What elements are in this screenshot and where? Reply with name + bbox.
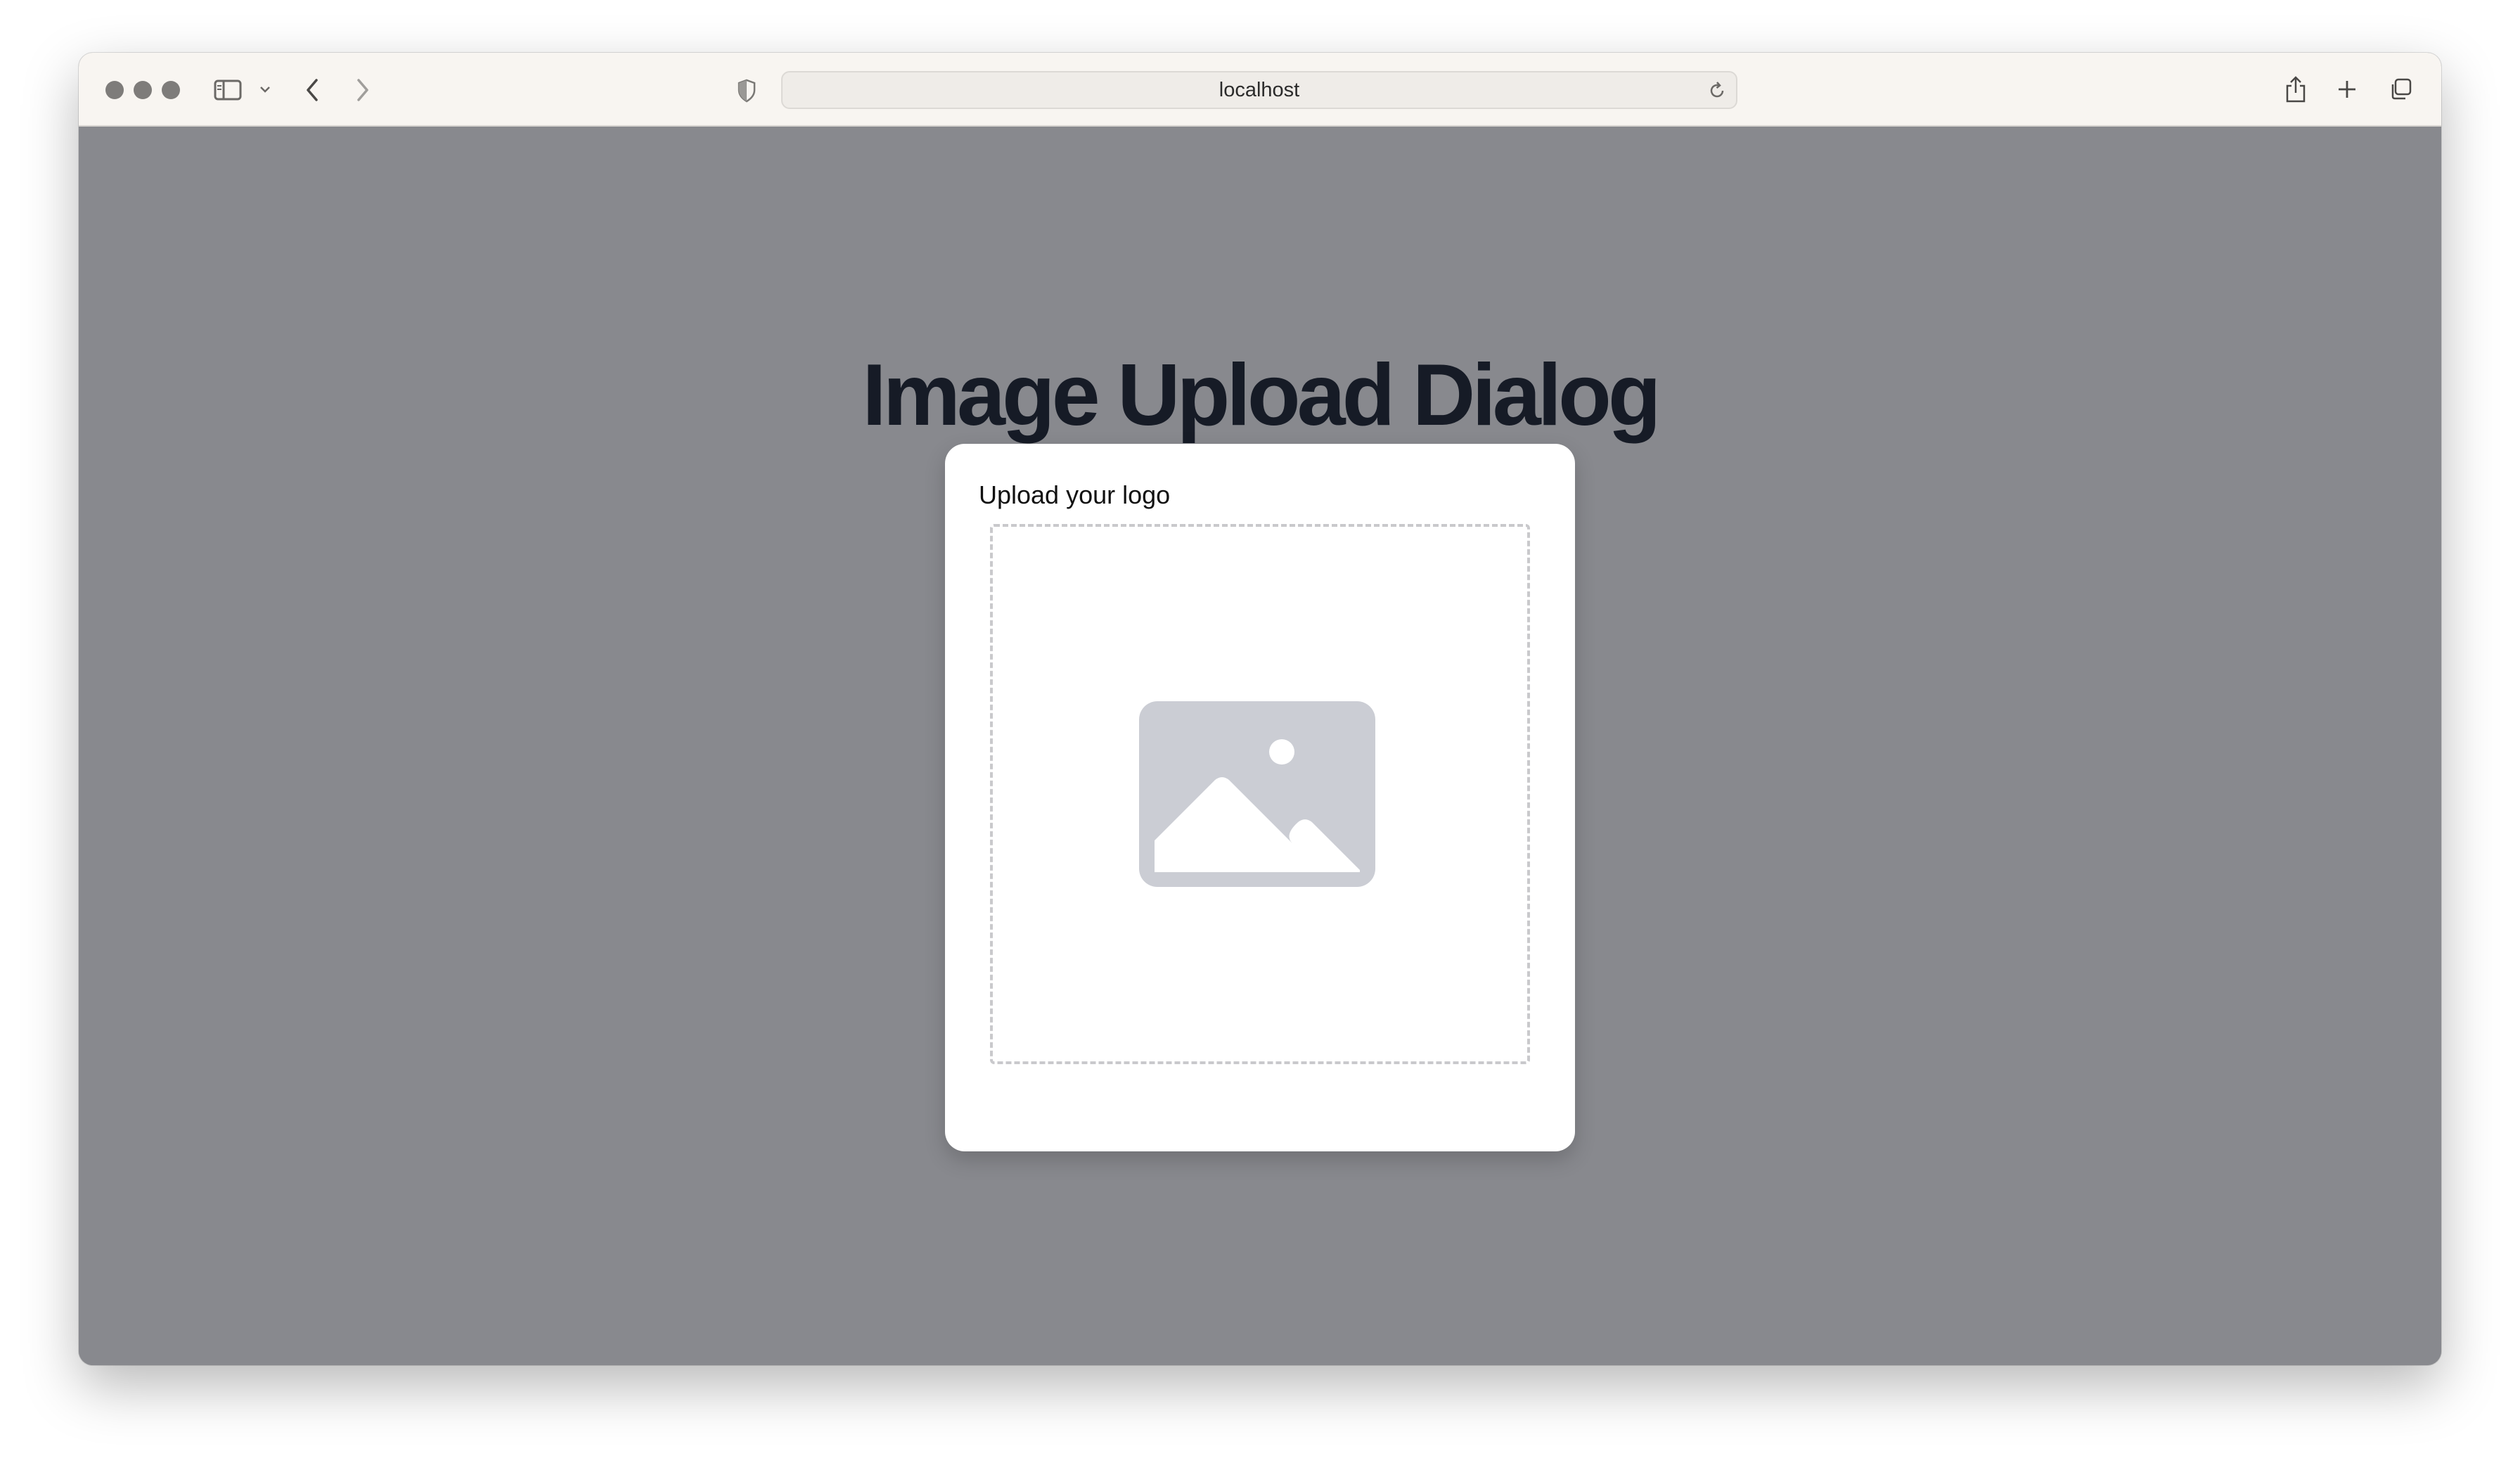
upload-dialog: Upload your logo [945, 444, 1575, 1151]
browser-toolbar: localhost [79, 53, 2441, 127]
page-title: Image Upload Dialog [862, 347, 1661, 444]
share-icon[interactable] [2284, 74, 2308, 105]
chevron-down-icon[interactable] [259, 84, 271, 95]
url-text: localhost [1219, 78, 1300, 101]
image-dropzone[interactable] [990, 524, 1530, 1064]
back-arrow-icon[interactable] [304, 77, 321, 103]
browser-window: localhost Image Upload Dialog Upload you… [79, 53, 2441, 1365]
forward-arrow-icon[interactable] [354, 77, 371, 103]
tab-overview-icon[interactable] [2388, 77, 2413, 102]
close-window-button[interactable] [105, 81, 124, 99]
address-bar[interactable]: localhost [781, 71, 1737, 109]
page-viewport: Image Upload Dialog Upload your logo [79, 127, 2441, 1365]
plus-icon[interactable] [2336, 78, 2358, 101]
shield-icon[interactable] [735, 78, 758, 103]
reload-icon[interactable] [1708, 81, 1726, 104]
dialog-title: Upload your logo [979, 480, 1171, 509]
image-placeholder-icon [1139, 701, 1375, 887]
zoom-window-button[interactable] [162, 81, 180, 99]
minimize-window-button[interactable] [134, 81, 152, 99]
sidebar-icon[interactable] [214, 78, 242, 102]
